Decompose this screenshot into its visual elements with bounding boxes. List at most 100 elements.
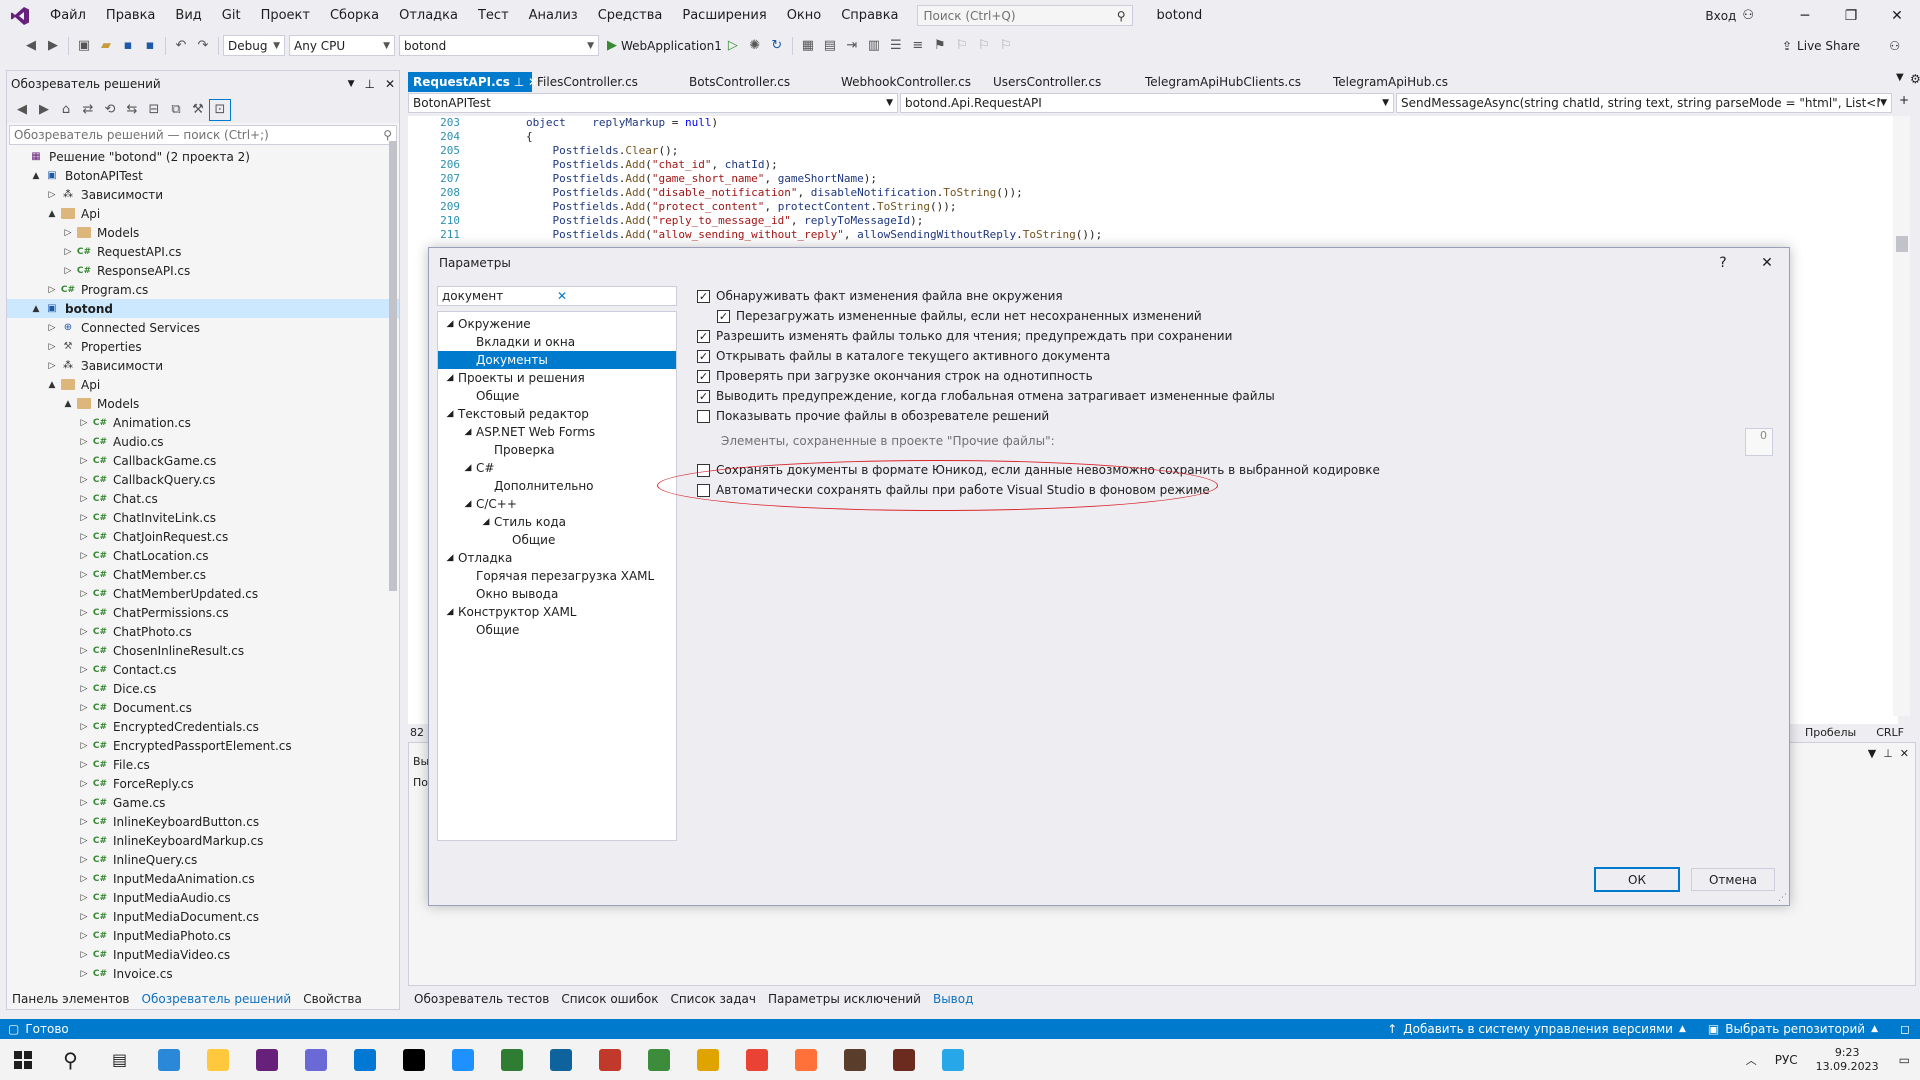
- bookmark-prev-icon[interactable]: ⚐: [951, 35, 973, 57]
- collapsed-arrow-icon[interactable]: ▷: [61, 228, 75, 238]
- collapsed-arrow-icon[interactable]: ▷: [77, 665, 91, 675]
- step-icon[interactable]: ⇥: [841, 35, 863, 57]
- collapsed-arrow-icon[interactable]: ▷: [61, 247, 75, 257]
- tab-overflow-icon[interactable]: ▼: [1896, 72, 1904, 83]
- account-icon[interactable]: ⚇: [1742, 8, 1754, 23]
- pin-icon[interactable]: ⊥: [1883, 747, 1893, 760]
- collapsed-arrow-icon[interactable]: ▷: [77, 931, 91, 941]
- sync-icon[interactable]: ⇆: [121, 99, 143, 121]
- tree-item[interactable]: ▷ C# ChatInviteLink.cs: [7, 508, 399, 527]
- tree-item[interactable]: ▷ C# Chat.cs: [7, 489, 399, 508]
- menu-item[interactable]: Отладка: [389, 0, 468, 31]
- taskbar-app-icon[interactable]: [732, 1039, 781, 1080]
- tree-item[interactable]: ▲ ▣ BotonAPITest: [7, 166, 399, 185]
- tree-item[interactable]: ▷ C# ChatPermissions.cs: [7, 603, 399, 622]
- home-icon[interactable]: ⌂: [55, 99, 77, 121]
- taskbar-app-icon[interactable]: [340, 1039, 389, 1080]
- checkbox-checked[interactable]: ✓: [697, 329, 710, 343]
- options-category[interactable]: ◢ Стиль кода: [438, 513, 676, 531]
- start-without-debug-icon[interactable]: ▷: [722, 35, 744, 57]
- editor-tab[interactable]: BotsController.cs: [684, 72, 836, 92]
- options-category[interactable]: ◢ Текстовый редактор: [438, 405, 676, 423]
- collapsed-arrow-icon[interactable]: ▷: [77, 798, 91, 808]
- options-search-input[interactable]: документ ✕: [437, 286, 677, 306]
- collapsed-arrow-icon[interactable]: ▷: [77, 627, 91, 637]
- tray-overflow-icon[interactable]: ︿: [1746, 1052, 1757, 1068]
- collapsed-arrow-icon[interactable]: ▷: [77, 646, 91, 656]
- tree-item[interactable]: ▲ Api: [7, 375, 399, 394]
- tree-item[interactable]: ▷ C# InlineKeyboardMarkup.cs: [7, 831, 399, 850]
- tree-item[interactable]: ▷ C# Invoice.cs: [7, 964, 399, 983]
- save-icon[interactable]: ▪: [117, 35, 139, 57]
- restore-button[interactable]: ❐: [1828, 0, 1874, 31]
- windows-start-icon[interactable]: [0, 1039, 46, 1080]
- tree-item[interactable]: ▷ C# ChatMember.cs: [7, 565, 399, 584]
- expanded-arrow-icon[interactable]: ◢: [460, 427, 476, 437]
- preview-icon[interactable]: ⊡: [209, 98, 231, 121]
- switch-views-icon[interactable]: ⇄: [77, 99, 99, 121]
- collapsed-arrow-icon[interactable]: ▷: [77, 836, 91, 846]
- tree-item[interactable]: ▷ C# EncryptedPassportElement.cs: [7, 736, 399, 755]
- expanded-arrow-icon[interactable]: ▲: [29, 171, 43, 181]
- expanded-arrow-icon[interactable]: ◢: [442, 607, 458, 617]
- search-icon[interactable]: ⚲: [46, 1039, 95, 1080]
- menu-item[interactable]: Сборка: [320, 0, 389, 31]
- options-category[interactable]: Дополнительно: [438, 477, 676, 495]
- collapsed-arrow-icon[interactable]: ▷: [77, 760, 91, 770]
- option-checkbox-row[interactable]: ✓ Разрешить изменять файлы только для чте…: [697, 326, 1777, 346]
- taskbar-app-icon[interactable]: [879, 1039, 928, 1080]
- tree-item[interactable]: ▷ ⊕ Connected Services: [7, 318, 399, 337]
- taskbar-app-icon[interactable]: [242, 1039, 291, 1080]
- menu-item[interactable]: Git: [212, 0, 251, 31]
- tree-item[interactable]: ▷ C# File.cs: [7, 755, 399, 774]
- bookmark-next-icon[interactable]: ⚐: [973, 35, 995, 57]
- collapsed-arrow-icon[interactable]: ▷: [77, 437, 91, 447]
- tree-item[interactable]: ▷ C# ChosenInlineResult.cs: [7, 641, 399, 660]
- collapsed-arrow-icon[interactable]: ▷: [45, 285, 59, 295]
- undo-icon[interactable]: ↶: [170, 35, 192, 57]
- properties-icon[interactable]: ⚒: [187, 99, 209, 121]
- expanded-arrow-icon[interactable]: ▲: [45, 209, 59, 219]
- collapsed-arrow-icon[interactable]: ▷: [77, 893, 91, 903]
- ok-button[interactable]: ОК: [1594, 867, 1680, 892]
- bookmark-clear-icon[interactable]: ⚐: [995, 35, 1017, 57]
- collapsed-arrow-icon[interactable]: ▷: [77, 551, 91, 561]
- tree-item[interactable]: ▷ C# InputMedaAnimation.cs: [7, 869, 399, 888]
- clock[interactable]: 9:23 13.09.2023: [1816, 1046, 1879, 1074]
- comment-icon[interactable]: ≡: [907, 35, 929, 57]
- platform-select[interactable]: Any CPU ▼: [289, 35, 395, 56]
- collapsed-arrow-icon[interactable]: ▷: [77, 494, 91, 504]
- dialog-close-button[interactable]: ✕: [1745, 255, 1789, 271]
- collapsed-arrow-icon[interactable]: ▷: [77, 950, 91, 960]
- collapsed-arrow-icon[interactable]: ▷: [45, 323, 59, 333]
- editor-tab[interactable]: TelegramApiHubClients.cs: [1140, 72, 1328, 92]
- collapsed-arrow-icon[interactable]: ▷: [45, 190, 59, 200]
- collapsed-arrow-icon[interactable]: ▷: [77, 741, 91, 751]
- tree-item[interactable]: ▷ C# CallbackQuery.cs: [7, 470, 399, 489]
- options-category[interactable]: ◢ Окружение: [438, 315, 676, 333]
- close-panel-icon[interactable]: ✕: [1900, 747, 1909, 760]
- tree-item[interactable]: ▷ C# CallbackGame.cs: [7, 451, 399, 470]
- new-project-icon[interactable]: ▣: [73, 35, 95, 57]
- taskbar-app-icon[interactable]: [291, 1039, 340, 1080]
- options-category[interactable]: ◢ ASP.NET Web Forms: [438, 423, 676, 441]
- nav-project-select[interactable]: BotonAPITest ▼: [408, 93, 898, 113]
- option-checkbox-row[interactable]: ✓ Выводить предупреждение, когда глобальн…: [697, 386, 1777, 406]
- tool-tab[interactable]: Вывод: [927, 990, 979, 1010]
- pending-changes-icon[interactable]: ⟲: [99, 99, 121, 121]
- open-folder-icon[interactable]: ▰: [95, 35, 117, 57]
- menu-item[interactable]: Правка: [96, 0, 165, 31]
- task-view-icon[interactable]: ▤: [95, 1039, 144, 1080]
- tree-item[interactable]: ▦ Решение "botond" (2 проекта 2): [7, 147, 399, 166]
- tree-item[interactable]: ▷ C# Document.cs: [7, 698, 399, 717]
- menu-item[interactable]: Тест: [468, 0, 519, 31]
- options-category[interactable]: ◢ C#: [438, 459, 676, 477]
- vs-logo-icon[interactable]: [0, 0, 40, 31]
- startup-project-select[interactable]: botond ▼: [399, 35, 599, 56]
- checkbox-unchecked[interactable]: [697, 409, 710, 423]
- option-checkbox-row[interactable]: ✓ Перезагружать измененные файлы, если не…: [697, 306, 1777, 326]
- checkbox-checked[interactable]: ✓: [697, 389, 710, 403]
- taskbar-app-icon[interactable]: [683, 1039, 732, 1080]
- menu-item[interactable]: Вид: [165, 0, 211, 31]
- tool-tab[interactable]: Обозреватель тестов: [408, 990, 555, 1010]
